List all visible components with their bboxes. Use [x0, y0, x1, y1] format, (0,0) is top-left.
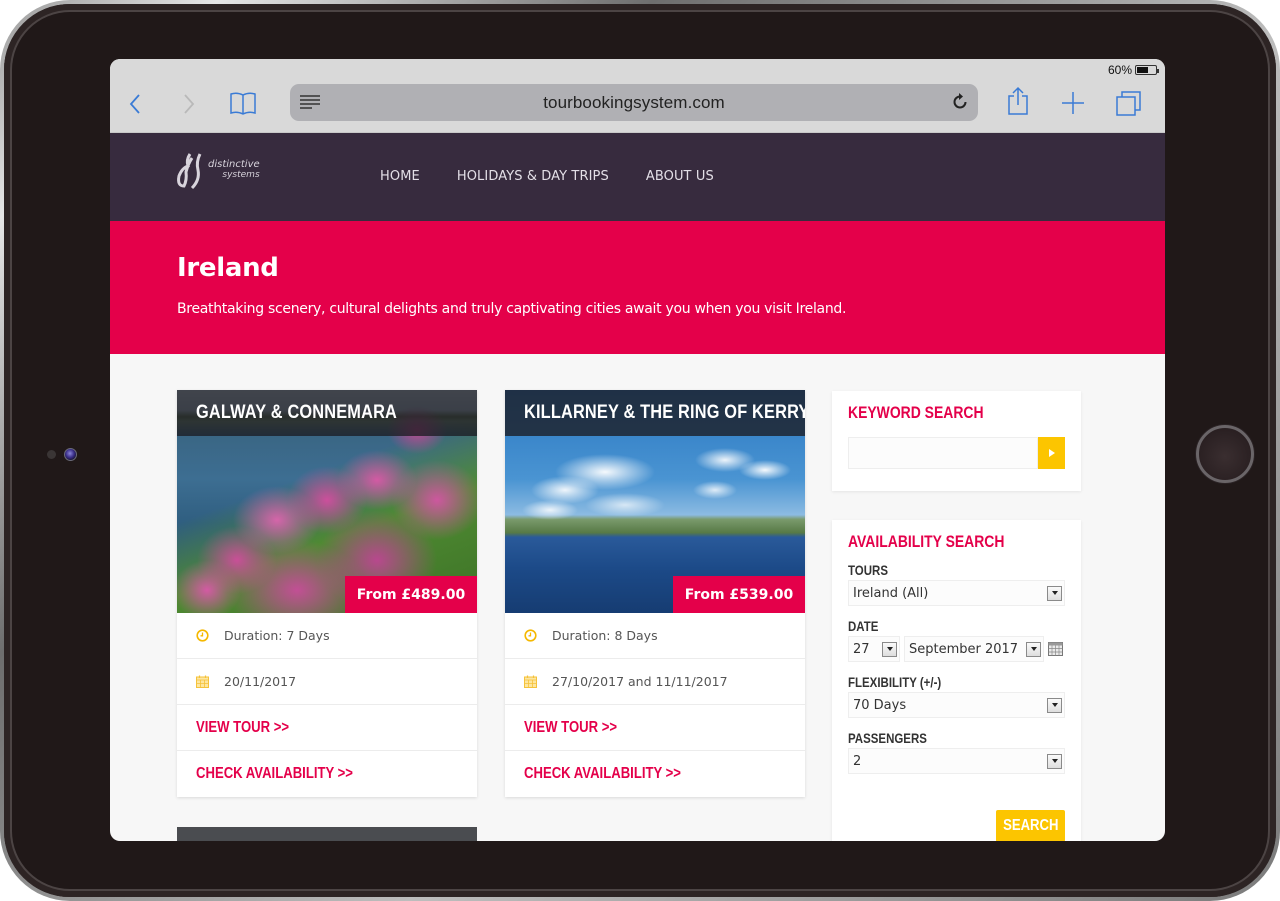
calendar-picker-icon[interactable] [1048, 642, 1063, 656]
view-tour-row: VIEW TOUR >> [177, 705, 477, 751]
tablet-screen: 60% tourbookingsystem.com distinctive sy… [110, 59, 1165, 841]
dropdown-arrow-icon[interactable] [1047, 753, 1062, 769]
price-badge: From £539.00 [673, 576, 805, 613]
status-bar: 60% [1107, 63, 1159, 77]
nav-home[interactable]: HOME [380, 169, 420, 184]
tour-title[interactable]: KILLARNEY & THE RING OF KERRY [505, 390, 805, 436]
battery-percent: 60% [1107, 63, 1132, 77]
bookmarks-button[interactable] [228, 89, 258, 119]
availability-search-widget: AVAILABILITY SEARCH TOURS Ireland (All) … [832, 520, 1081, 841]
tour-dates: 20/11/2017 [177, 659, 477, 705]
nav-about-us[interactable]: ABOUT US [646, 169, 714, 184]
camera-sensor [47, 450, 56, 459]
share-icon [1008, 86, 1028, 115]
tour-card: KILLARNEY & THE RING OF KERRY From £539.… [505, 390, 805, 797]
tours-label: TOURS [848, 562, 888, 578]
dropdown-arrow-icon[interactable] [882, 641, 897, 657]
view-tour-link[interactable]: VIEW TOUR >> [524, 719, 617, 737]
hero-banner: Ireland Breathtaking scenery, cultural d… [110, 221, 1165, 354]
plus-icon [1062, 92, 1084, 114]
tour-title[interactable]: GALWAY & CONNEMARA [177, 390, 477, 436]
tour-duration: Duration: 8 Days [505, 613, 805, 659]
clock-icon [524, 629, 537, 642]
home-button[interactable] [1196, 425, 1254, 483]
dropdown-arrow-icon[interactable] [1047, 585, 1062, 601]
chevron-right-icon [184, 94, 195, 114]
tour-card: GALWAY & CONNEMARA From £489.00 Duration… [177, 390, 477, 797]
passengers-select[interactable]: 2 [848, 748, 1065, 774]
logo-text-line2: systems [222, 170, 260, 180]
address-bar[interactable]: tourbookingsystem.com [290, 84, 978, 121]
dropdown-arrow-icon[interactable] [1047, 697, 1062, 713]
tabs-icon [1116, 91, 1141, 116]
reload-icon[interactable] [950, 92, 970, 112]
view-tour-link[interactable]: VIEW TOUR >> [196, 719, 289, 737]
check-availability-row: CHECK AVAILABILITY >> [177, 751, 477, 797]
dropdown-arrow-icon[interactable] [1026, 641, 1041, 657]
tabs-button[interactable] [1114, 88, 1144, 118]
tour-duration: Duration: 7 Days [177, 613, 477, 659]
keyword-search-title: KEYWORD SEARCH [848, 403, 984, 422]
ds-logo-icon [177, 153, 202, 190]
date-label: DATE [848, 618, 879, 634]
main-nav: HOME HOLIDAYS & DAY TRIPS ABOUT US [380, 169, 751, 184]
front-camera-icon [64, 448, 77, 461]
tour-image[interactable]: KILLARNEY & THE RING OF KERRY From £539.… [505, 390, 805, 613]
chevron-left-icon [129, 94, 140, 114]
site-header: distinctive systems HOME HOLIDAYS & DAY … [110, 133, 1165, 221]
keyword-search-widget: KEYWORD SEARCH [832, 391, 1081, 491]
check-availability-link[interactable]: CHECK AVAILABILITY >> [196, 765, 353, 783]
calendar-icon [524, 675, 537, 688]
tour-dates: 27/10/2017 and 11/11/2017 [505, 659, 805, 705]
logo[interactable]: distinctive systems [176, 150, 260, 190]
forward-button[interactable] [174, 89, 204, 119]
search-button[interactable]: SEARCH [996, 810, 1065, 841]
new-tab-button[interactable] [1058, 88, 1088, 118]
flexibility-select[interactable]: 70 Days [848, 692, 1065, 718]
browser-toolbar: 60% tourbookingsystem.com [110, 59, 1165, 133]
day-select[interactable]: 27 [848, 636, 900, 662]
keyword-search-input[interactable] [848, 437, 1038, 469]
nav-holidays-day-trips[interactable]: HOLIDAYS & DAY TRIPS [457, 169, 609, 184]
calendar-icon [196, 675, 209, 688]
page-title: Ireland [177, 253, 279, 283]
month-select[interactable]: September 2017 [904, 636, 1044, 662]
passengers-label: PASSENGERS [848, 730, 927, 746]
battery-level-fill [1137, 67, 1148, 73]
view-tour-row: VIEW TOUR >> [505, 705, 805, 751]
check-availability-row: CHECK AVAILABILITY >> [505, 751, 805, 797]
check-availability-link[interactable]: CHECK AVAILABILITY >> [524, 765, 681, 783]
flexibility-label: FLEXIBILITY (+/-) [848, 674, 942, 690]
price-badge: From £489.00 [345, 576, 477, 613]
logo-text-line1: distinctive [208, 159, 260, 170]
play-arrow-icon [1048, 449, 1055, 457]
page-subtitle: Breathtaking scenery, cultural delights … [177, 301, 847, 317]
tour-image[interactable]: GALWAY & CONNEMARA From £489.00 [177, 390, 477, 613]
url-text[interactable]: tourbookingsystem.com [290, 93, 978, 113]
tour-card-partial[interactable] [177, 827, 477, 841]
keyword-search-button[interactable] [1038, 437, 1065, 469]
share-button[interactable] [1003, 86, 1033, 116]
availability-search-title: AVAILABILITY SEARCH [848, 532, 1005, 551]
back-button[interactable] [120, 89, 150, 119]
battery-icon [1135, 65, 1159, 75]
clock-icon [196, 629, 209, 642]
tours-select[interactable]: Ireland (All) [848, 580, 1065, 606]
open-book-icon [230, 92, 256, 115]
main-content: GALWAY & CONNEMARA From £489.00 Duration… [110, 354, 1165, 841]
